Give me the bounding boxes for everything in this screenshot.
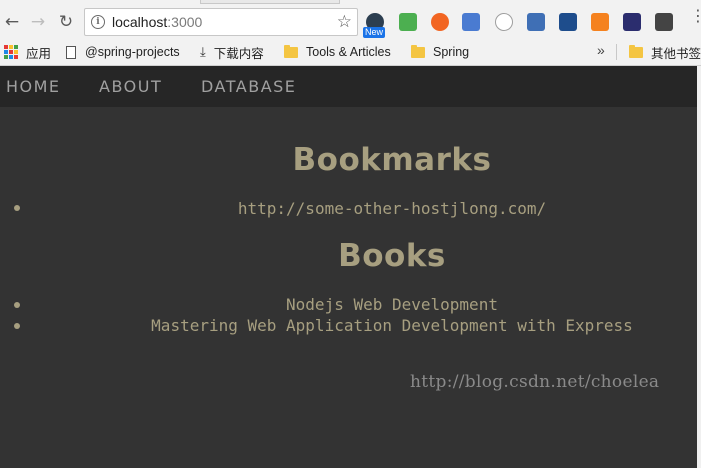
bookmarks-divider <box>616 44 617 60</box>
web-page: HOME ABOUT DATABASE Bookmarks http://som… <box>0 66 701 468</box>
folder-icon <box>284 44 298 58</box>
bookmark-downloads[interactable]: ⤓ 下载内容 <box>200 42 264 62</box>
address-bar[interactable]: i localhost:3000 ☆ <box>84 8 358 36</box>
bookmark-apps-label: 应用 <box>26 46 52 61</box>
menu-icon[interactable]: ⋮ <box>690 8 701 24</box>
page-icon <box>66 45 76 59</box>
page-scrollbar[interactable] <box>697 66 701 468</box>
bookmark-label: 下载内容 <box>213 46 264 61</box>
translate-icon[interactable] <box>462 13 480 31</box>
url-port: :3000 <box>167 14 203 30</box>
meter-icon[interactable] <box>623 13 641 31</box>
bookmark-apps[interactable]: 应用 <box>4 42 51 62</box>
bookmark-spring-projects[interactable]: @spring-projects <box>66 42 180 62</box>
site-navbar: HOME ABOUT DATABASE <box>0 66 701 107</box>
eyedropper-icon[interactable] <box>655 13 673 31</box>
analytics-icon[interactable] <box>591 13 609 31</box>
bookmark-star-icon[interactable]: ☆ <box>337 12 352 32</box>
bookmark-label: Spring <box>433 45 470 59</box>
forward-icon[interactable]: → <box>27 11 49 33</box>
books-heading: Books <box>338 238 446 274</box>
nav-database-link[interactable]: DATABASE <box>201 77 296 96</box>
watermark-text: http://blog.csdn.net/choelea <box>410 372 660 392</box>
book-item: Mastering Web Application Development wi… <box>151 316 633 335</box>
bookmarks-overflow-button[interactable]: » <box>597 42 605 58</box>
folder-icon <box>629 44 643 58</box>
bookmark-label: @spring-projects <box>85 45 180 59</box>
browser-toolbar: ← → ↻ i localhost:3000 ☆ New ⋮ <box>0 4 701 40</box>
tree-icon[interactable] <box>399 13 417 31</box>
url-host: localhost <box>112 14 168 30</box>
folder-icon <box>411 44 425 58</box>
browser-ext-icon[interactable] <box>431 13 449 31</box>
bookmark-item: http://some-other-hostjlong.com/ <box>237 199 547 218</box>
apps-icon <box>4 45 18 59</box>
download-icon: ⤓ <box>200 44 206 59</box>
bookmark-other-label: 其他书签 <box>651 46 701 61</box>
screenshot-icon[interactable] <box>527 13 545 31</box>
bookmark-tools-articles[interactable]: Tools & Articles <box>284 42 391 62</box>
browser-chrome: ← → ↻ i localhost:3000 ☆ New ⋮ 应用 @sprin… <box>0 0 701 66</box>
new-badge: New <box>363 27 386 38</box>
address-url[interactable]: localhost:3000 <box>112 14 202 30</box>
site-info-icon[interactable]: i <box>91 15 105 29</box>
reload-icon[interactable]: ↻ <box>55 11 77 33</box>
nav-home-link[interactable]: HOME <box>6 77 61 96</box>
chart-icon[interactable] <box>559 13 577 31</box>
bookmark-other[interactable]: 其他书签 <box>629 42 701 62</box>
bookmark-spring[interactable]: Spring <box>411 42 469 62</box>
bookmark-label: Tools & Articles <box>306 45 391 59</box>
code-icon[interactable] <box>495 13 513 31</box>
bookmarks-bar: 应用 @spring-projects ⤓ 下载内容 Tools & Artic… <box>0 40 701 64</box>
back-icon[interactable]: ← <box>1 11 23 33</box>
bookmarks-heading: Bookmarks <box>292 142 492 178</box>
nav-about-link[interactable]: ABOUT <box>99 77 162 96</box>
book-item: Nodejs Web Development <box>286 295 498 314</box>
